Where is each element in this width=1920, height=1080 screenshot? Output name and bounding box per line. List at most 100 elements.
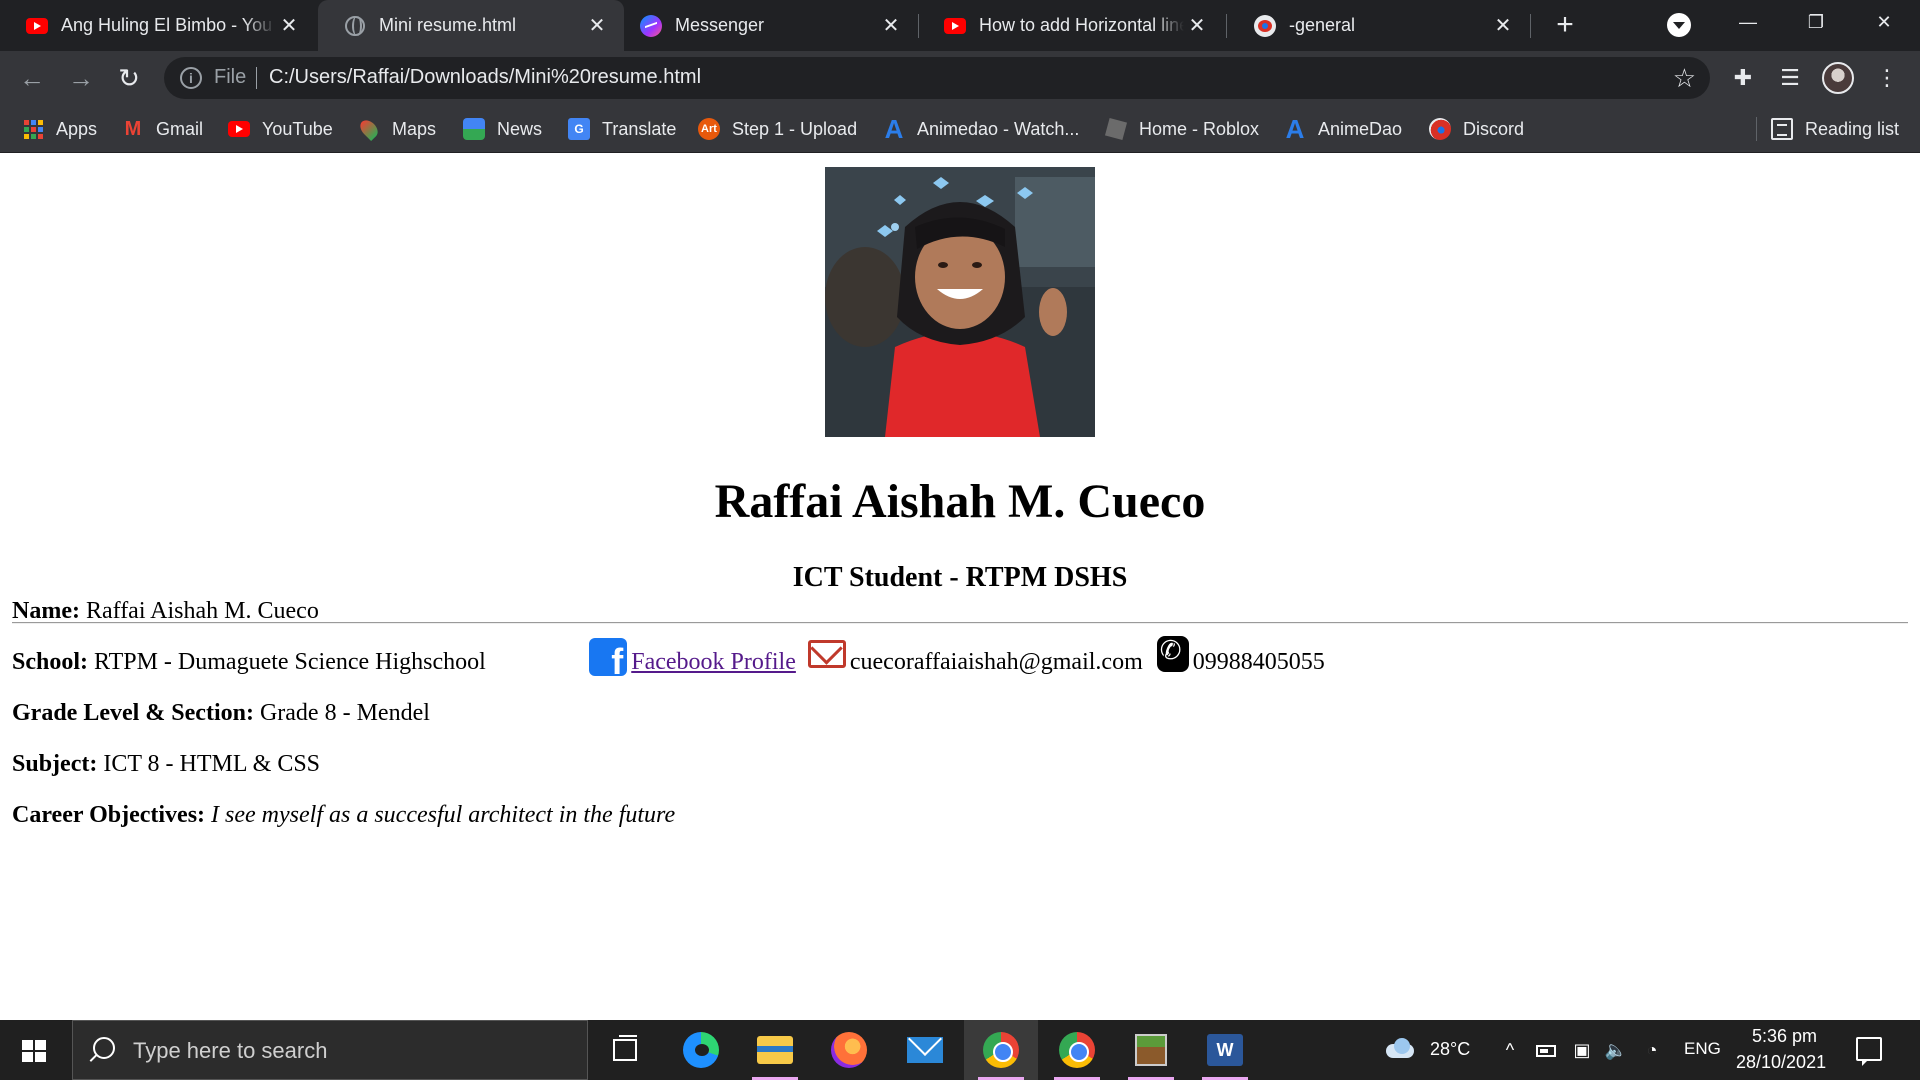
reading-list-icon [1771, 118, 1793, 140]
resume-name-heading: Raffai Aishah M. Cueco [714, 475, 1206, 528]
tab-search-button[interactable] [1667, 13, 1691, 37]
bookmark-step1-upload[interactable]: Art Step 1 - Upload [698, 105, 857, 153]
close-tab-icon[interactable]: ✕ [276, 13, 302, 39]
email-text: cuecoraffaiaishah@gmail.com [849, 649, 1143, 675]
close-tab-icon[interactable]: ✕ [584, 13, 610, 39]
back-icon[interactable]: ← [17, 63, 47, 93]
field-school: School: RTPM - Dumaguete Science Highsch… [12, 649, 486, 676]
search-placeholder: Type here to search [133, 1038, 328, 1063]
bookmark-animedao[interactable]: A AnimeDao [1284, 105, 1402, 153]
field-name: Name: Raffai Aishah M. Cueco [12, 598, 319, 625]
field-label: Grade Level & Section: [12, 700, 254, 726]
battery-icon[interactable] [1536, 1045, 1556, 1057]
translate-icon: G [568, 118, 590, 140]
animedao-icon: A [884, 114, 904, 144]
bookmark-news[interactable]: News [463, 105, 542, 153]
tab-ang-huling-el-bimbo[interactable]: Ang Huling El Bimbo - You ✕ [0, 0, 316, 51]
bookmark-label: News [497, 118, 543, 139]
bookmarks-bar: Apps M Gmail YouTube Maps News G Transla… [0, 105, 1920, 153]
taskbar-edge[interactable] [664, 1020, 738, 1080]
info-icon[interactable]: i [180, 67, 202, 89]
browser-toolbar: ← → ↻ i File C:/Users/Raffai/Downloads/M… [0, 51, 1920, 105]
discord-icon [1254, 14, 1276, 37]
new-tab-button[interactable]: + [1549, 10, 1581, 42]
bookmark-apps[interactable]: Apps [22, 105, 97, 153]
forward-icon[interactable]: → [66, 63, 96, 93]
field-value: ICT 8 - HTML & CSS [103, 751, 321, 777]
taskbar-mail[interactable] [888, 1020, 962, 1080]
task-view-button[interactable] [588, 1020, 662, 1080]
bookmark-youtube[interactable]: YouTube [228, 105, 333, 153]
mail-app-icon [907, 1037, 943, 1063]
tab-title: Mini resume.html [379, 15, 517, 35]
bookmark-discord[interactable]: Discord [1429, 105, 1524, 153]
scheme-label: File [214, 66, 247, 88]
youtube-icon [26, 15, 48, 37]
bookmark-label: Home - Roblox [1139, 118, 1260, 139]
bookmark-star-icon[interactable]: ☆ [1673, 63, 1696, 94]
taskbar-firefox[interactable] [812, 1020, 886, 1080]
extensions-icon[interactable]: ✚ [1728, 63, 1758, 93]
roblox-icon [1104, 117, 1128, 141]
close-tab-icon[interactable]: ✕ [1184, 13, 1210, 39]
reading-list-button[interactable]: Reading list [1771, 105, 1899, 153]
bookmark-label: Gmail [156, 118, 204, 139]
meet-now-icon[interactable]: ▣ [1570, 1036, 1594, 1064]
taskbar-file-explorer[interactable] [738, 1020, 812, 1080]
minecraft-icon [1135, 1034, 1167, 1066]
bookmark-label: Discord [1463, 118, 1525, 139]
bookmark-label: YouTube [262, 118, 333, 139]
profile-photo [825, 167, 1095, 437]
clock-time[interactable]: 5:36 pm [1752, 1026, 1817, 1047]
temperature[interactable]: 28°C [1430, 1039, 1470, 1060]
tab-messenger[interactable]: Messenger ✕ [614, 0, 918, 51]
language-indicator[interactable]: ENG [1684, 1039, 1721, 1059]
media-control-icon[interactable]: ☰ [1775, 63, 1805, 93]
bookmark-label: Apps [56, 118, 98, 139]
taskbar-word[interactable]: W [1188, 1020, 1262, 1080]
wifi-icon[interactable]: ◔ [1640, 1036, 1664, 1064]
field-value: Grade 8 - Mendel [259, 700, 430, 726]
url-text[interactable]: C:/Users/Raffai/Downloads/Mini%20resume.… [269, 66, 701, 89]
taskbar-chrome-active[interactable] [964, 1020, 1038, 1080]
bookmark-animedao-watch[interactable]: A Animedao - Watch... [883, 105, 1080, 153]
close-tab-icon[interactable]: ✕ [878, 13, 904, 39]
close-window-button[interactable]: ✕ [1852, 0, 1916, 44]
word-icon: W [1207, 1034, 1243, 1066]
address-bar[interactable]: i File C:/Users/Raffai/Downloads/Mini%20… [164, 57, 1710, 99]
field-label: Career Objectives: [12, 802, 206, 828]
clock-date[interactable]: 28/10/2021 [1736, 1052, 1826, 1073]
facebook-icon[interactable] [589, 638, 628, 680]
taskbar-search-box[interactable]: Type here to search [72, 1020, 588, 1080]
search-icon [93, 1037, 115, 1059]
tab-title: Ang Huling El Bimbo - You [61, 15, 273, 35]
folder-icon [757, 1036, 793, 1064]
bookmark-translate[interactable]: G Translate [568, 105, 676, 153]
chevron-up-icon[interactable]: ^ [1498, 1036, 1522, 1064]
close-tab-icon[interactable]: ✕ [1490, 13, 1516, 39]
bookmark-gmail[interactable]: M Gmail [122, 105, 203, 153]
bookmark-maps[interactable]: Maps [356, 105, 437, 153]
bookmark-label: Translate [602, 118, 677, 139]
taskbar-chrome-profile[interactable] [1040, 1020, 1114, 1080]
notification-icon[interactable] [1856, 1037, 1882, 1066]
facebook-profile-link[interactable]: Facebook Profile [631, 649, 796, 676]
tab-mini-resume[interactable]: Mini resume.html ✕ [318, 0, 624, 51]
windows-start-icon[interactable] [22, 1040, 46, 1062]
restore-button[interactable]: ❐ [1784, 0, 1848, 44]
profile-avatar[interactable] [1822, 62, 1854, 94]
minimize-button[interactable]: — [1716, 0, 1780, 44]
volume-icon[interactable]: 🔈 [1604, 1036, 1628, 1064]
bookmark-label: Maps [392, 118, 437, 139]
field-value: Raffai Aishah M. Cueco [85, 598, 319, 624]
tab-discord-general[interactable]: -general ✕ [1228, 0, 1530, 51]
edge-icon [683, 1032, 719, 1068]
reload-icon[interactable]: ↻ [114, 63, 144, 93]
bookmark-label: AnimeDao [1318, 118, 1403, 139]
taskbar-minecraft[interactable] [1114, 1020, 1188, 1080]
field-label: Name: [12, 598, 80, 624]
bookmark-roblox[interactable]: Home - Roblox [1104, 105, 1260, 153]
weather-cloud-icon[interactable] [1386, 1038, 1416, 1060]
menu-icon[interactable]: ⋮ [1872, 63, 1902, 93]
tab-horizontal-line[interactable]: How to add Horizontal line ✕ [918, 0, 1224, 51]
